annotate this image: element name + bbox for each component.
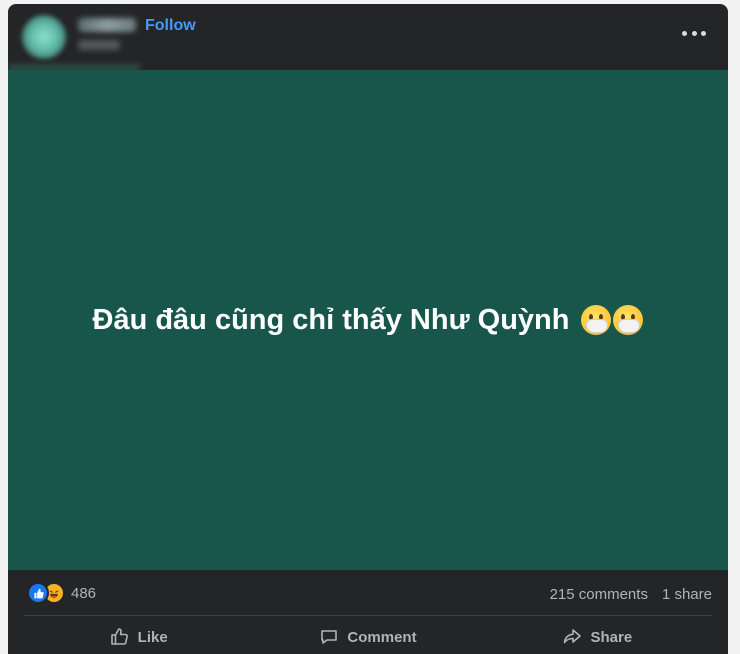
post-text: Đâu đâu cũng chỉ thấy Như Quỳnh [92,303,570,336]
more-icon[interactable] [682,26,706,40]
share-label: Share [590,628,633,646]
post-content: Đâu đâu cũng chỉ thấy Như Quỳnh [8,70,728,570]
comment-button[interactable]: Comment [253,620,482,654]
like-reaction-icon [27,582,49,604]
post-stats: 486 215 comments 1 share [8,570,728,614]
reaction-count: 486 [71,584,97,602]
shares-count[interactable]: 1 share [662,586,712,603]
author-name-blurred[interactable] [78,18,136,32]
comment-label: Comment [347,628,417,646]
divider [24,615,712,616]
face-with-hand-over-mouth-icon [613,305,644,335]
comments-count[interactable]: 215 comments [550,586,648,603]
action-bar: Like Comment Share [24,620,712,654]
like-button[interactable]: Like [24,620,253,654]
dot [682,30,687,36]
post-text-line: Đâu đâu cũng chỉ thấy Như Quỳnh [93,304,644,337]
share-icon [564,629,582,644]
like-label: Like [137,628,168,646]
emoji-group [579,305,644,335]
reactions-summary[interactable]: 486 [27,582,97,604]
thumbs-up-icon [110,628,128,645]
post-meta-blurred [78,40,120,50]
post-card: Follow Đâu đâu cũng chỉ thấy Như Quỳnh 4… [8,4,728,654]
post-header: Follow [8,4,728,72]
comment-icon [321,630,338,644]
dot [691,30,697,36]
avatar[interactable] [22,15,66,59]
share-button[interactable]: Share [483,620,712,654]
engagement-counts: 215 comments 1 share [550,586,712,603]
face-with-hand-over-mouth-icon [581,305,612,335]
follow-button[interactable]: Follow [145,17,196,35]
dot [701,30,706,36]
